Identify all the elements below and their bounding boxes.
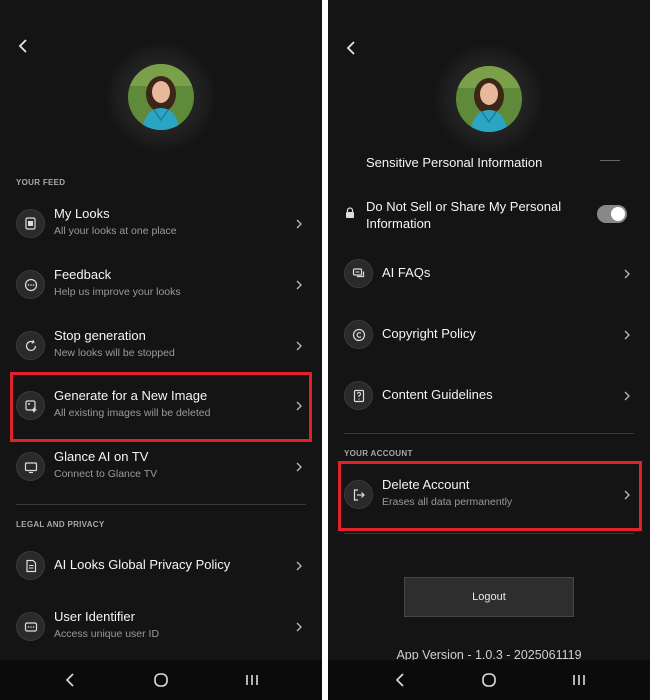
settings-screen-left: YOUR FEED My Looks All your looks at one… [0, 0, 322, 700]
avatar[interactable] [128, 64, 194, 130]
chevron-right-icon [296, 280, 302, 290]
help-doc-icon [344, 381, 373, 410]
menu-item-feedback[interactable]: Feedback Help us improve your looks [0, 257, 322, 313]
nav-home-icon[interactable] [153, 672, 169, 688]
id-card-icon [16, 612, 45, 641]
chevron-right-icon [296, 341, 302, 351]
menu-item-title: User Identifier [54, 609, 135, 624]
copyright-icon [344, 320, 373, 349]
logout-button[interactable]: Logout [404, 577, 574, 617]
menu-item-subtitle: Connect to Glance TV [54, 468, 158, 480]
avatar[interactable] [456, 66, 522, 132]
nav-back-icon[interactable] [62, 672, 78, 688]
chevron-right-icon [624, 269, 630, 279]
nav-back-icon[interactable] [392, 672, 408, 688]
highlight-box-delete [338, 461, 642, 531]
divider [344, 533, 634, 534]
do-not-sell-label: Do Not Sell or Share My Personal Informa… [366, 199, 562, 231]
menu-item-my-looks[interactable]: My Looks All your looks at one place [0, 196, 322, 252]
settings-screen-right: Sensitive Personal Information Do Not Se… [328, 0, 650, 700]
divider [16, 504, 306, 505]
system-nav-bar [0, 660, 322, 700]
chat-double-icon [344, 259, 373, 288]
section-label-your-feed: YOUR FEED [16, 178, 66, 187]
partial-toggle [600, 160, 620, 161]
menu-item-title: AI Looks Global Privacy Policy [54, 557, 231, 572]
chevron-right-icon [296, 561, 302, 571]
menu-item-do-not-sell[interactable]: Do Not Sell or Share My Personal Informa… [328, 194, 650, 236]
section-label-your-account: YOUR ACCOUNT [344, 449, 413, 458]
do-not-sell-toggle[interactable] [597, 205, 627, 223]
tv-icon [16, 452, 45, 481]
menu-item-ai-faqs[interactable]: AI FAQs [328, 246, 650, 302]
avatar-glow [106, 42, 216, 152]
highlight-box-generate [10, 372, 312, 442]
toggle-knob [611, 207, 625, 221]
menu-item-user-identifier[interactable]: User Identifier Access unique user ID [0, 599, 322, 655]
nav-recents-icon[interactable] [571, 672, 587, 688]
menu-item-copyright[interactable]: Copyright Policy [328, 307, 650, 363]
back-arrow-icon[interactable] [14, 36, 34, 56]
chevron-right-icon [624, 391, 630, 401]
document-icon [16, 551, 45, 580]
menu-item-glance-tv[interactable]: Glance AI on TV Connect to Glance TV [0, 439, 322, 495]
menu-item-title: My Looks [54, 206, 110, 221]
back-arrow-icon[interactable] [342, 38, 362, 58]
nav-home-icon[interactable] [481, 672, 497, 688]
menu-item-subtitle: New looks will be stopped [54, 347, 175, 359]
lock-icon [346, 207, 354, 218]
chevron-right-icon [296, 219, 302, 229]
avatar-glow [434, 44, 544, 154]
nav-recents-icon[interactable] [244, 672, 260, 688]
menu-item-title: Content Guidelines [382, 387, 493, 402]
menu-item-stop-generation[interactable]: Stop generation New looks will be stoppe… [0, 318, 322, 374]
chevron-right-icon [296, 462, 302, 472]
menu-item-subtitle: All your looks at one place [54, 225, 177, 237]
divider [344, 433, 634, 434]
menu-item-subtitle: Help us improve your looks [54, 286, 181, 298]
chevron-right-icon [624, 330, 630, 340]
menu-item-privacy-policy[interactable]: AI Looks Global Privacy Policy [0, 538, 322, 594]
refresh-icon [16, 331, 45, 360]
system-nav-bar [328, 660, 650, 700]
menu-item-title: Glance AI on TV [54, 449, 149, 464]
chat-bubble-icon [16, 270, 45, 299]
menu-item-subtitle: Access unique user ID [54, 628, 160, 640]
menu-item-title: Stop generation [54, 328, 146, 343]
menu-item-title: AI FAQs [382, 265, 431, 280]
photo-stack-icon [16, 209, 45, 238]
section-label-legal: LEGAL AND PRIVACY [16, 520, 105, 529]
menu-item-title: Copyright Policy [382, 326, 476, 341]
chevron-right-icon [296, 622, 302, 632]
menu-item-title: Feedback [54, 267, 112, 282]
menu-item-content-guidelines[interactable]: Content Guidelines [328, 368, 650, 424]
